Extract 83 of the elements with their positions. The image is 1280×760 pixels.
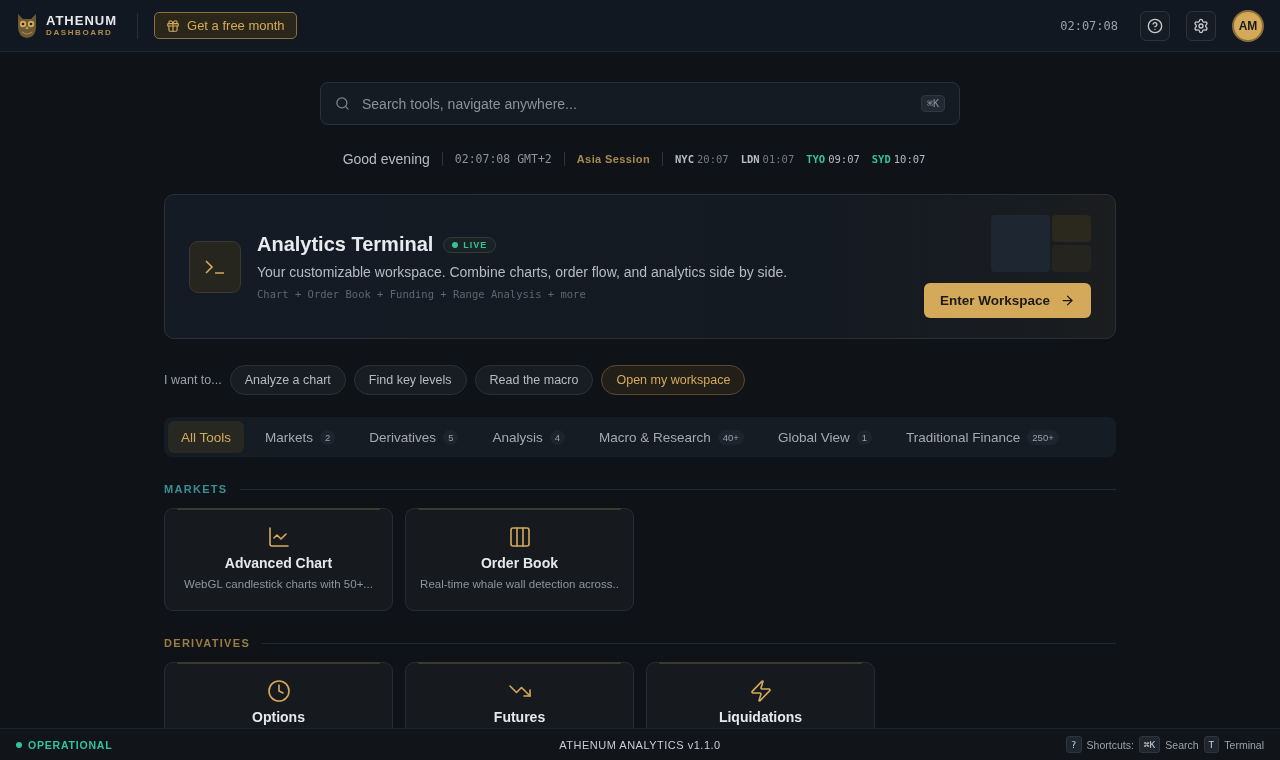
category-tab[interactable]: All Tools	[168, 421, 245, 453]
settings-button[interactable]	[1186, 10, 1216, 41]
tool-name: Options	[252, 709, 305, 725]
tool-name: Liquidations	[718, 709, 803, 725]
lightning-icon	[748, 679, 773, 703]
tab-label: Analysis	[492, 429, 543, 445]
brand-name: ATHENUM	[46, 14, 118, 27]
tool-card[interactable]: Advanced Chart WebGL candlestick charts with 50+...	[164, 508, 393, 611]
line-chart-icon	[266, 525, 291, 549]
market-time: 09:07	[828, 153, 860, 165]
tab-count: 40+	[717, 429, 744, 445]
greeting: Good evening	[342, 151, 430, 167]
category-tab[interactable]: Analysis 4	[479, 421, 578, 453]
system-status: OPERATIONAL	[28, 738, 113, 751]
search-input[interactable]: Search tools, navigate anywhere...	[360, 94, 911, 113]
columns-icon	[507, 525, 532, 549]
category-tab[interactable]: Macro & Research 40+	[586, 421, 757, 453]
market-time: 20:07	[697, 153, 729, 165]
intent-chip[interactable]: Find key levels	[353, 365, 467, 395]
tab-count: 4	[549, 429, 565, 445]
shortcut-label: Terminal	[1224, 738, 1264, 751]
clock-time: 02:07:08	[1060, 18, 1118, 33]
shortcuts-label: Shortcuts:	[1086, 738, 1134, 751]
help-icon	[1147, 17, 1163, 34]
tab-count: 1	[856, 429, 872, 445]
category-tab[interactable]: Global View 1	[764, 421, 885, 453]
tool-card[interactable]: Options	[164, 662, 393, 728]
tab-label: Macro & Research	[599, 429, 711, 445]
local-time: 02:07:08 GMT+2	[454, 152, 552, 166]
shortcut-key: ⌘K	[920, 95, 945, 112]
brand-subtitle: DASHBOARD	[46, 29, 114, 37]
tool-name: Advanced Chart	[224, 555, 333, 571]
tool-description: WebGL candlestick charts with 50+...	[184, 578, 373, 590]
banner-description: Your customizable workspace. Combine charts, order flow, and analytics side by side.	[257, 264, 789, 280]
intent-chip[interactable]: Analyze a chart	[229, 365, 346, 395]
tool-name: Order Book	[481, 555, 558, 571]
help-button[interactable]	[1140, 10, 1170, 41]
market-code: SYD	[871, 153, 891, 165]
category-tab[interactable]: Traditional Finance 250+	[893, 421, 1072, 453]
live-badge: LIVE	[443, 236, 497, 253]
tab-count: 2	[320, 429, 336, 445]
arrow-right-icon	[1060, 293, 1075, 308]
terminal-icon	[189, 240, 241, 293]
banner-title: Analytics Terminal	[257, 233, 434, 256]
shortcut-label: Search	[1165, 738, 1199, 751]
gift-icon	[166, 18, 181, 33]
section-title: DERIVATIVES	[164, 637, 250, 649]
tool-card[interactable]: Order Book Real-time whale wall detection across..	[405, 508, 634, 611]
session-label: Asia Session	[576, 153, 651, 165]
settings-icon	[1193, 17, 1209, 34]
tab-count: 5	[443, 429, 459, 445]
intent-chip[interactable]: Open my workspace	[601, 365, 746, 395]
clock-icon	[266, 679, 291, 703]
owl-logo-icon	[16, 12, 38, 39]
user-avatar[interactable]: AM	[1232, 9, 1264, 42]
tab-label: Global View	[777, 429, 850, 445]
section-title: MARKETS	[164, 483, 228, 495]
help-key[interactable]: ?	[1065, 736, 1082, 753]
intent-label: I want to...	[164, 373, 222, 387]
market-code: NYC	[675, 153, 694, 165]
tool-description: Real-time whale wall detection across..	[420, 578, 619, 590]
tab-label: All Tools	[181, 429, 232, 445]
tool-name: Futures	[493, 709, 546, 725]
shortcut-key: ⌘K	[1138, 736, 1161, 753]
shortcut-key: T	[1203, 736, 1220, 753]
app-version: ATHENUM ANALYTICS v1.1.0	[559, 738, 721, 751]
search-field[interactable]: Search tools, navigate anywhere... ⌘K	[320, 82, 960, 125]
tab-count: 250+	[1027, 429, 1059, 445]
category-tab[interactable]: Derivatives 5	[356, 421, 472, 453]
tab-label: Traditional Finance	[906, 429, 1021, 445]
tab-label: Markets	[265, 429, 314, 445]
market-time: 10:07	[893, 153, 926, 165]
category-tab[interactable]: Markets 2	[252, 421, 349, 453]
tab-label: Derivatives	[369, 429, 437, 445]
tool-card[interactable]: Futures	[405, 662, 634, 728]
search-icon	[335, 96, 350, 111]
status-dot	[16, 741, 22, 748]
intent-chip[interactable]: Read the macro	[474, 365, 594, 395]
tool-card[interactable]: Liquidations	[646, 662, 875, 728]
market-time: 01:07	[762, 153, 795, 165]
market-code: TYO	[806, 153, 826, 165]
free-month-button[interactable]: Get a free month	[154, 12, 297, 39]
market-code: LDN	[740, 153, 760, 165]
